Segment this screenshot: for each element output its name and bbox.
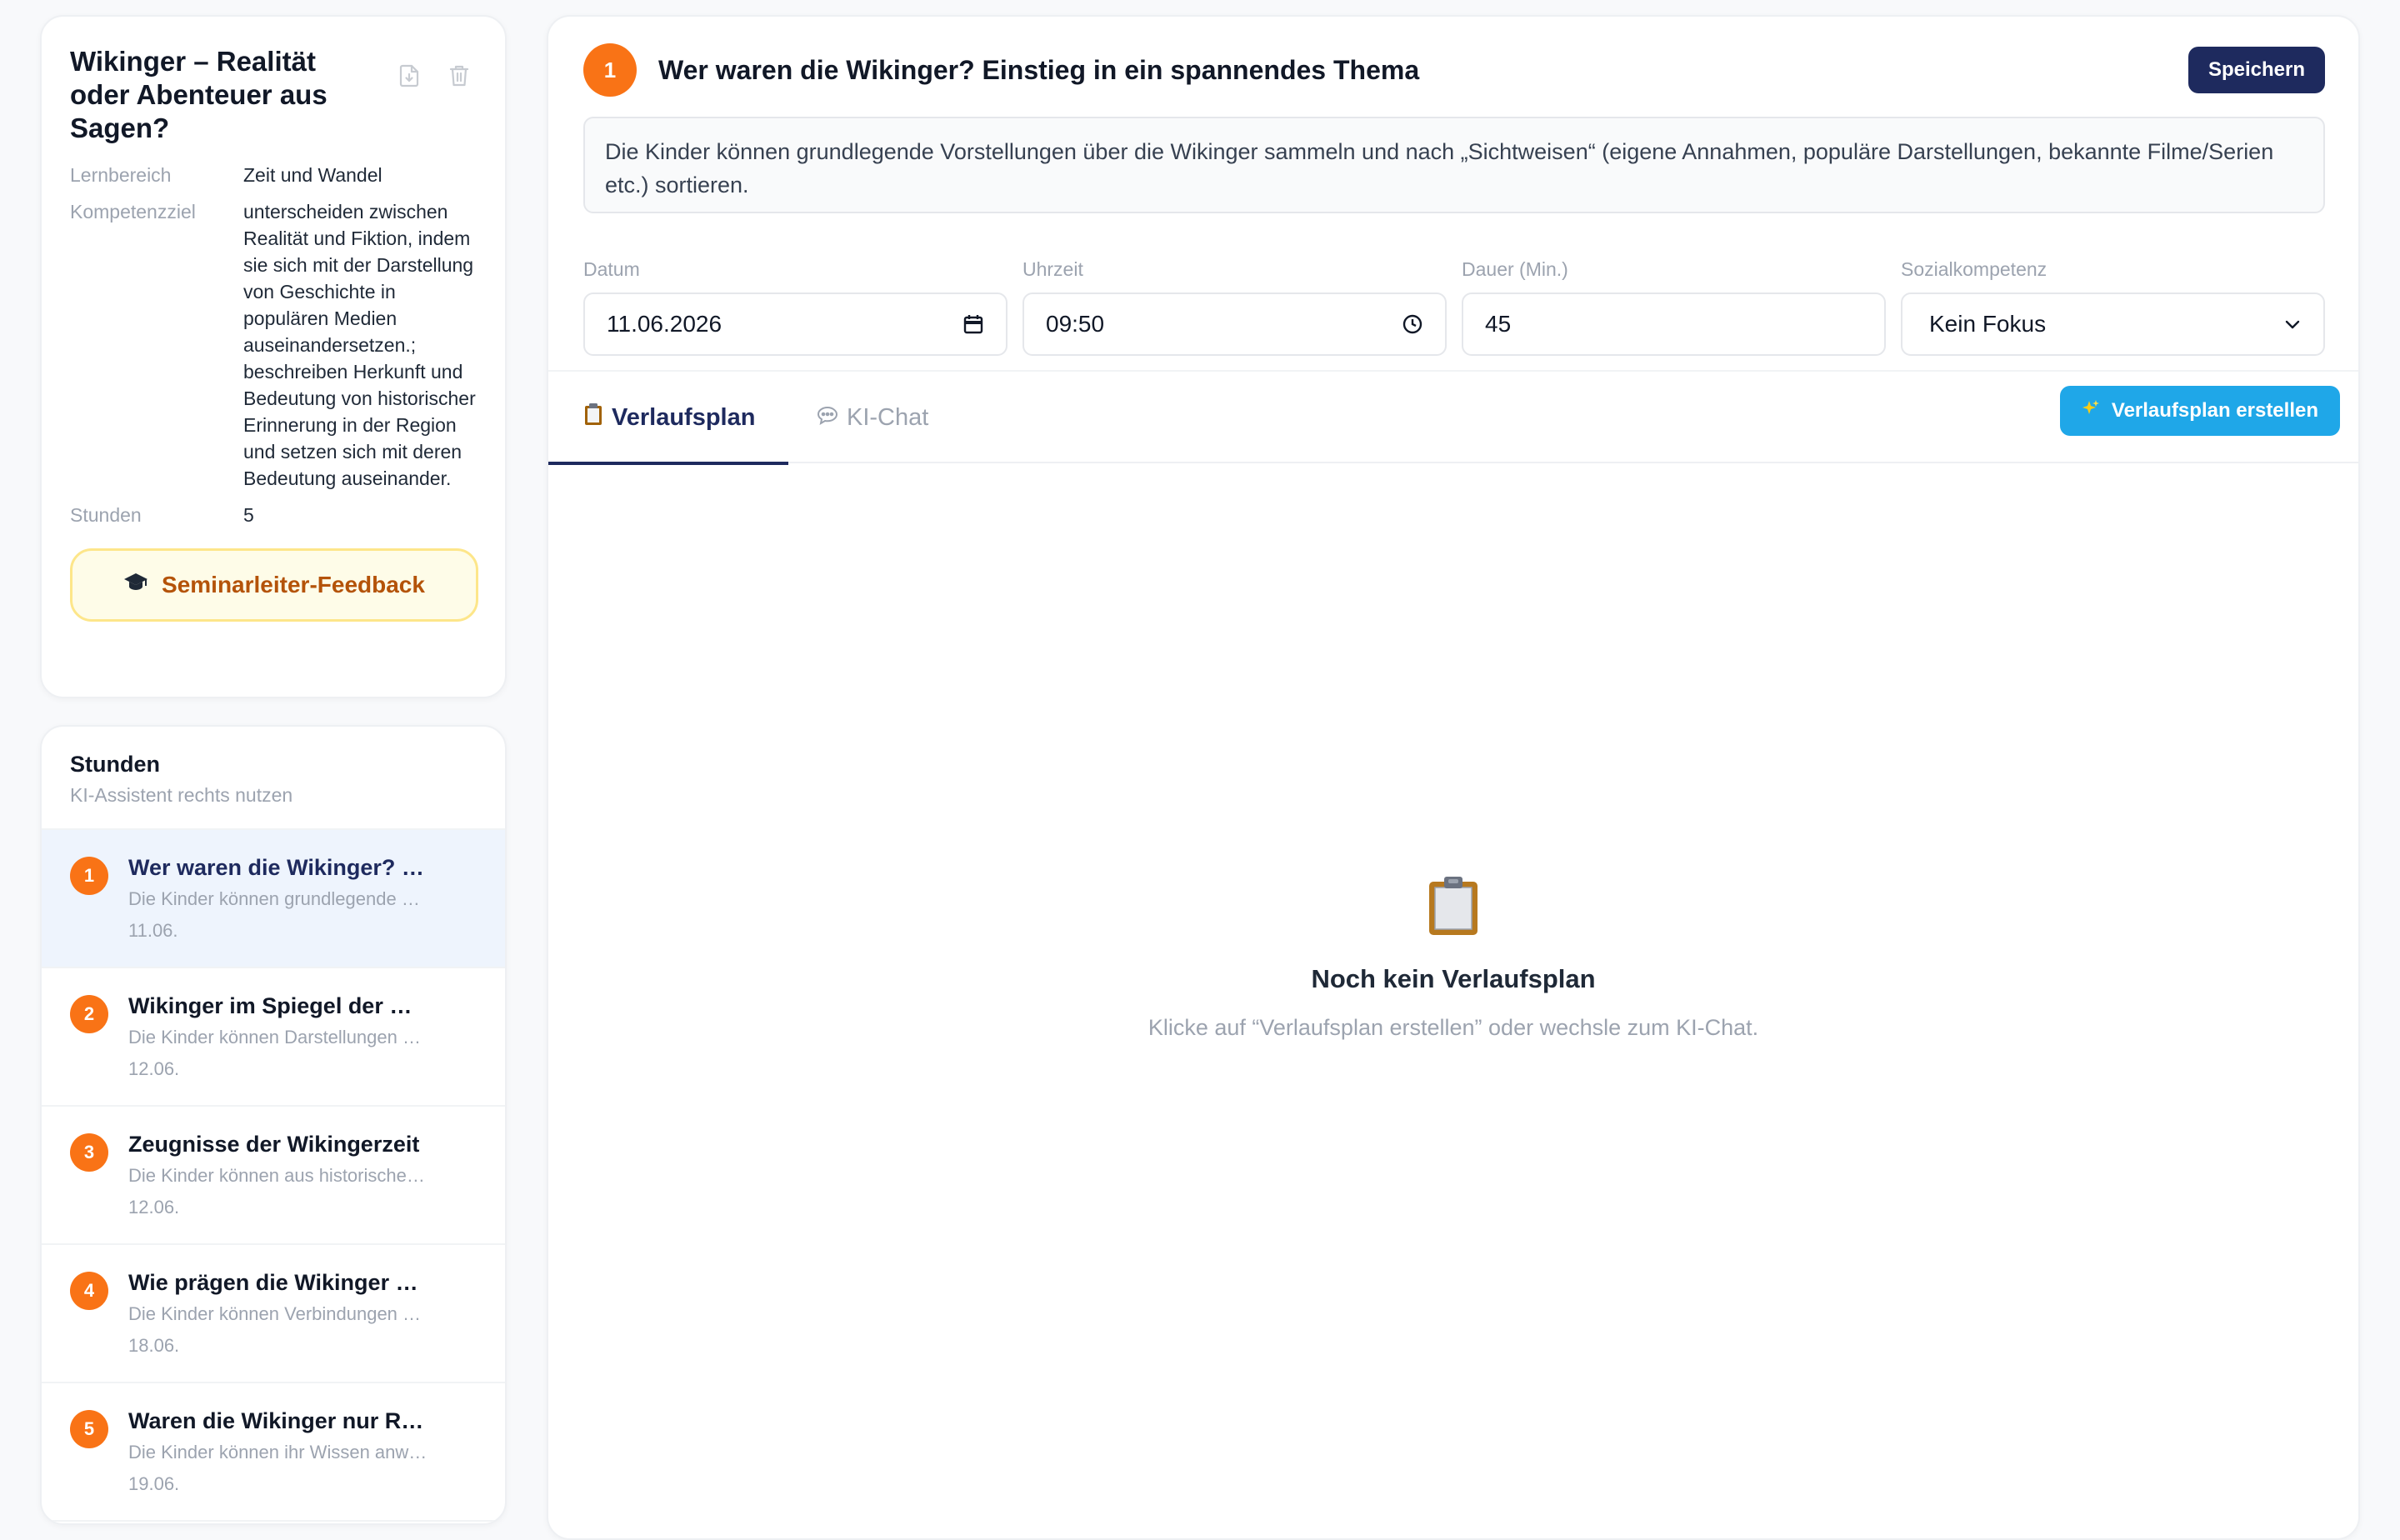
time-input[interactable]: 09:50 bbox=[1022, 292, 1447, 356]
lesson-fields: Datum 11.06.2026 Uhrzeit 09:50 Dauer (Mi… bbox=[583, 258, 2325, 356]
sparkles-icon bbox=[2082, 399, 2100, 423]
lesson-description: Die Kinder können Darstellungen vergleic… bbox=[128, 1027, 428, 1048]
lessons-header: Stunden KI-Assistent rechts nutzen bbox=[42, 727, 505, 830]
unit-actions bbox=[397, 63, 472, 88]
save-button[interactable]: Speichern bbox=[2188, 47, 2325, 93]
lesson-item-3[interactable]: 3 Zeugnisse der Wikingerzeit Die Kinder … bbox=[42, 1107, 505, 1245]
lesson-item-2[interactable]: 2 Wikinger im Spiegel der Medien Die Kin… bbox=[42, 968, 505, 1107]
lernbereich-label: Lernbereich bbox=[70, 164, 172, 186]
lesson-title: Wie prägen die Wikinger unsere Region? bbox=[128, 1270, 428, 1295]
graduation-cap-icon bbox=[123, 572, 148, 599]
trash-icon[interactable] bbox=[447, 63, 472, 88]
empty-state: Noch kein Verlaufsplan Klicke auf “Verla… bbox=[548, 875, 2358, 1044]
calendar-icon[interactable] bbox=[962, 313, 984, 335]
lesson-date: 19.06. bbox=[128, 1473, 180, 1494]
sozialkompetenz-label: Sozialkompetenz bbox=[1901, 258, 2048, 280]
sozialkompetenz-value: Kein Fokus bbox=[1929, 311, 2047, 337]
sozialkompetenz-select[interactable]: Kein Fokus bbox=[1901, 292, 2325, 356]
lesson-date: 12.06. bbox=[128, 1058, 180, 1079]
empty-state-title: Noch kein Verlaufsplan bbox=[1311, 964, 1596, 993]
datum-label: Datum bbox=[583, 258, 640, 280]
lesson-date: 18.06. bbox=[128, 1335, 180, 1356]
sozial-field-group: Sozialkompetenz Kein Fokus bbox=[1901, 258, 2325, 356]
lesson-date: 11.06. bbox=[128, 920, 178, 941]
duration-input[interactable]: 45 bbox=[1462, 292, 1886, 356]
lesson-description: Die Kinder können grundlegende Vorstellu… bbox=[128, 888, 428, 909]
unit-title: Wikinger – Realität oder Abenteuer aus S… bbox=[70, 46, 328, 143]
lesson-description: Die Kinder können aus historischen Quell… bbox=[128, 1165, 428, 1186]
lesson-header: 1 Wer waren die Wikinger? Einstieg in ei… bbox=[583, 43, 2325, 97]
tab-verlaufsplan-label: Verlaufsplan bbox=[612, 403, 756, 431]
lesson-item-1[interactable]: 1 Wer waren die Wikinger? Einstieg in ei… bbox=[42, 830, 505, 968]
chevron-down-icon bbox=[2283, 318, 2302, 330]
kompetenzziel-value: unterscheiden zwischen Realität und Fikt… bbox=[243, 201, 476, 489]
clipboard-icon bbox=[548, 875, 2358, 941]
datum-field-group: Datum 11.06.2026 bbox=[583, 258, 1008, 356]
lesson-title: Waren die Wikinger nur Räuber? bbox=[128, 1408, 428, 1433]
lessons-card: Stunden KI-Assistent rechts nutzen 1 Wer… bbox=[40, 725, 507, 1525]
create-verlaufsplan-button[interactable]: Verlaufsplan erstellen bbox=[2059, 386, 2340, 436]
lesson-number-badge: 1 bbox=[583, 43, 637, 97]
feedback-button-label: Seminarleiter-Feedback bbox=[162, 572, 425, 598]
clock-icon[interactable] bbox=[1402, 313, 1423, 335]
lesson-tabs: Verlaufsplan KI-Chat Verlaufsplan erstel… bbox=[548, 370, 2358, 465]
clipboard-icon bbox=[583, 402, 603, 432]
seminarleiter-feedback-button[interactable]: Seminarleiter-Feedback bbox=[70, 548, 478, 622]
time-value: 09:50 bbox=[1046, 311, 1105, 337]
lesson-title: Wikinger im Spiegel der Medien bbox=[128, 993, 428, 1018]
lesson-title: Wer waren die Wikinger? Einstieg in ein … bbox=[658, 54, 1420, 85]
dauer-label: Dauer (Min.) bbox=[1462, 258, 1568, 280]
kompetenzziel-label: Kompetenzziel bbox=[70, 201, 196, 222]
lesson-number-badge: 4 bbox=[70, 1272, 108, 1310]
uhrzeit-label: Uhrzeit bbox=[1022, 258, 1083, 280]
lesson-number-badge: 5 bbox=[70, 1410, 108, 1448]
lesson-number-badge: 2 bbox=[70, 995, 108, 1033]
lesson-detail-card: 1 Wer waren die Wikinger? Einstieg in ei… bbox=[547, 15, 2360, 1540]
stunden-value: 5 bbox=[243, 504, 254, 526]
lesson-title: Wer waren die Wikinger? Einstieg in ein … bbox=[128, 855, 428, 880]
lesson-description: Die Kinder können Verbindungen herstelle… bbox=[128, 1303, 428, 1324]
lesson-number-badge: 3 bbox=[70, 1133, 108, 1172]
lesson-item-4[interactable]: 4 Wie prägen die Wikinger unsere Region?… bbox=[42, 1245, 505, 1383]
speech-bubble-icon bbox=[817, 404, 838, 432]
lesson-title: Zeugnisse der Wikingerzeit bbox=[128, 1132, 420, 1157]
stunden-label: Stunden bbox=[70, 504, 142, 526]
unit-meta: Lernbereich Zeit und Wandel Kompetenzzie… bbox=[70, 162, 477, 528]
lessons-subtitle: KI-Assistent rechts nutzen bbox=[70, 784, 293, 806]
lesson-description: Die Kinder können ihr Wissen anwenden bbox=[128, 1442, 428, 1462]
tab-verlaufsplan[interactable]: Verlaufsplan bbox=[548, 372, 790, 465]
duration-value: 45 bbox=[1485, 311, 1512, 337]
unit-info-card: Wikinger – Realität oder Abenteuer aus S… bbox=[40, 15, 507, 698]
create-verlaufsplan-label: Verlaufsplan erstellen bbox=[2111, 399, 2318, 422]
date-input[interactable]: 11.06.2026 bbox=[583, 292, 1008, 356]
lernbereich-value: Zeit und Wandel bbox=[243, 164, 382, 186]
lesson-number-badge: 1 bbox=[70, 857, 108, 895]
tab-ki-chat-label: KI-Chat bbox=[847, 403, 929, 431]
lesson-date: 12.06. bbox=[128, 1197, 180, 1218]
lesson-item-5[interactable]: 5 Waren die Wikinger nur Räuber? Die Kin… bbox=[42, 1383, 505, 1522]
tab-ki-chat[interactable]: KI-Chat bbox=[817, 372, 928, 463]
dauer-field-group: Dauer (Min.) 45 bbox=[1462, 258, 1886, 356]
lesson-goal-textarea[interactable]: Die Kinder können grundlegende Vorstellu… bbox=[583, 117, 2325, 213]
date-value: 11.06.2026 bbox=[607, 311, 722, 337]
lessons-title: Stunden bbox=[70, 752, 160, 777]
empty-state-text: Klicke auf “Verlaufsplan erstellen” oder… bbox=[1148, 1015, 1759, 1040]
uhrzeit-field-group: Uhrzeit 09:50 bbox=[1022, 258, 1447, 356]
download-file-icon[interactable] bbox=[397, 63, 422, 88]
